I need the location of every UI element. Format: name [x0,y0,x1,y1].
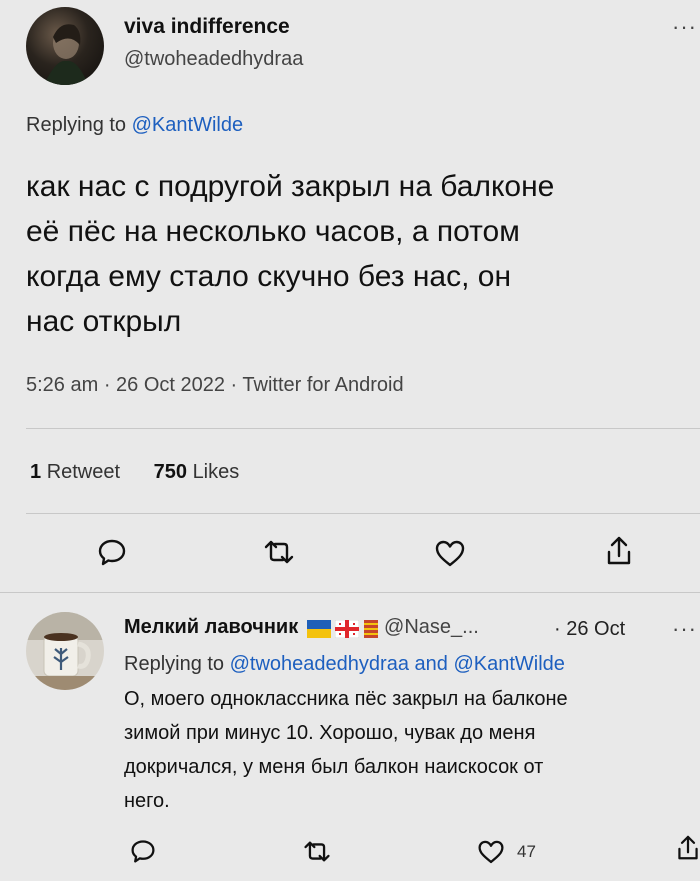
reply-text-line: докричался, у меня был балкон наискосок … [124,756,544,778]
reply-share-icon[interactable] [676,834,700,862]
reply-retweet-icon[interactable] [302,839,332,864]
flag-catalonia-icon [363,619,378,638]
mention-link[interactable]: @KantWilde [132,114,243,136]
reply-text-line: зимой при минус 10. Хорошо, чувак до мен… [124,722,536,744]
divider [26,428,700,429]
tweet-text-line: нас открыл [26,305,182,338]
reply-text: О, моего одноклассника пёс закрыл на бал… [124,682,694,818]
flags [306,619,382,638]
tweet-text-line: как нас с подругой закрыл на балконе [26,170,555,203]
author-handle[interactable]: @twoheadedhydraa [124,48,303,71]
mention-link[interactable]: @KantWilde [453,653,564,675]
flag-georgia-icon [335,619,360,638]
reply-header: Мелкий лавочник @Nase_... [124,616,479,639]
reply-heart-icon[interactable] [477,839,505,864]
more-options-icon[interactable]: ··· [672,14,697,40]
reply-like-count: 47 [517,842,536,861]
replying-to-line: Replying to @KantWilde [26,114,243,137]
divider [0,592,700,593]
author-display-name[interactable]: viva indifference [124,15,290,39]
likes-label: Likes [192,461,240,483]
reply-reply-icon[interactable] [130,838,156,864]
likes-stat[interactable]: 750 Likes [154,461,240,483]
mention-and: and [414,653,448,675]
replying-to-prefix: Replying to [124,653,225,675]
retweets-label: Retweet [46,461,121,483]
reply-author-handle[interactable]: @Nase_... [384,616,479,638]
reply-author-display-name[interactable]: Мелкий лавочник [124,616,298,638]
likes-count: 750 [153,461,187,483]
reply-date[interactable]: · 26 Oct [554,618,625,641]
retweets-count: 1 [30,461,42,483]
flag-ukraine-icon [306,619,331,638]
reply-author-avatar[interactable] [26,612,104,690]
mention-link[interactable]: @twoheadedhydraa [230,653,409,675]
tweet-stats: 1 Retweet 750 Likes [30,461,239,484]
tweet-timestamp[interactable]: 5:26 am · 26 Oct 2022 · Twitter for Andr… [26,374,404,397]
divider [26,513,700,514]
reply-replying-to-line: Replying to @twoheadedhydraa and @KantWi… [124,653,565,676]
reply-text-line: О, моего одноклассника пёс закрыл на бал… [124,688,568,710]
retweet-icon[interactable] [262,538,296,566]
tweet-text-line: когда ему стало скучно без нас, он [26,260,512,293]
replying-to-prefix: Replying to [26,114,127,136]
heart-icon[interactable] [434,539,466,567]
reply-icon[interactable] [97,537,127,567]
share-icon[interactable] [605,535,633,567]
tweet-text: как нас с подругой закрыл на балконе её … [26,164,696,344]
author-avatar[interactable] [26,7,104,85]
retweets-stat[interactable]: 1 Retweet [30,461,126,483]
tweet-text-line: её пёс на несколько часов, а потом [26,215,520,248]
reply-text-line: него. [124,790,170,812]
reply-more-options-icon[interactable]: ··· [672,616,697,642]
